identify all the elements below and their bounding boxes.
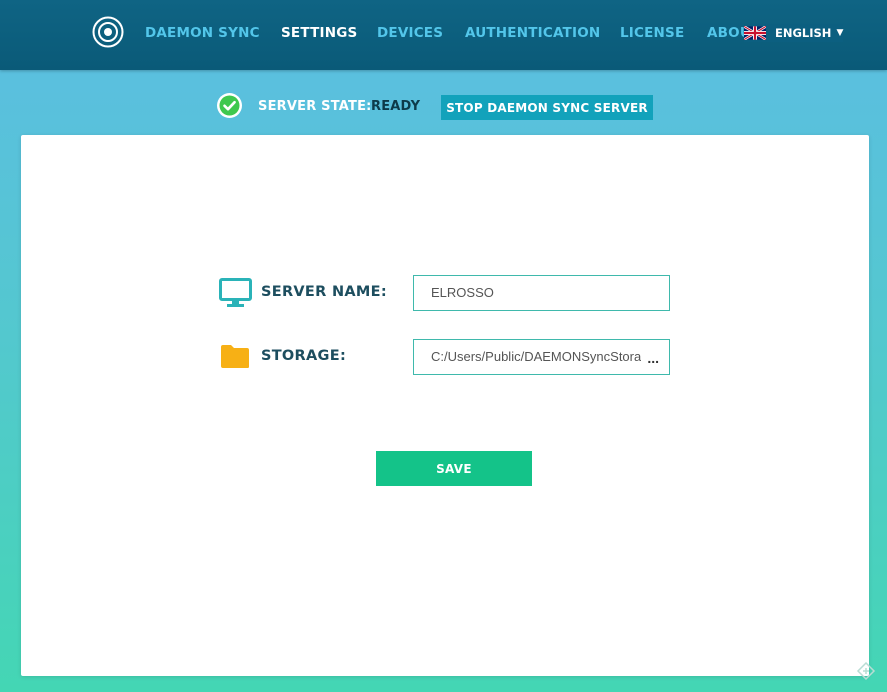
server-name-value: ELROSSO [431, 285, 494, 300]
save-button[interactable]: SAVE [376, 451, 532, 486]
server-state-value: READY [371, 99, 421, 114]
folder-icon [221, 345, 249, 368]
nav-devices[interactable]: DEVICES [377, 25, 443, 43]
target-ring-icon[interactable] [92, 16, 124, 48]
nav-settings[interactable]: SETTINGS [281, 25, 357, 43]
resize-grip-icon [856, 661, 876, 681]
stop-server-button[interactable]: STOP DAEMON SYNC SERVER [441, 95, 653, 120]
top-navigation-bar: DAEMON SYNC SETTINGS DEVICES AUTHENTICAT… [0, 0, 887, 70]
server-name-input[interactable]: ELROSSO [413, 275, 670, 311]
nav-authentication[interactable]: AUTHENTICATION [465, 25, 600, 43]
settings-panel: SERVER NAME: ELROSSO STORAGE: C:/Users/P… [21, 135, 869, 676]
server-state-label: SERVER STATE: [258, 99, 372, 114]
caret-down-icon: ▼ [836, 28, 844, 38]
storage-path-value: C:/Users/Public/DAEMONSyncStorage [431, 349, 641, 364]
uk-flag-icon [744, 26, 766, 40]
storage-label: STORAGE: [261, 348, 347, 364]
server-name-label: SERVER NAME: [261, 284, 387, 300]
nav-license[interactable]: LICENSE [620, 25, 684, 43]
check-circle-icon [217, 93, 242, 118]
browse-button[interactable]: ... [647, 340, 659, 374]
language-selector[interactable]: ENGLISH ▼ [744, 24, 844, 42]
monitor-icon [219, 278, 252, 307]
storage-path-input[interactable]: C:/Users/Public/DAEMONSyncStorage ... [413, 339, 670, 375]
language-label: ENGLISH [775, 26, 832, 40]
nav-daemon-sync[interactable]: DAEMON SYNC [145, 25, 260, 43]
